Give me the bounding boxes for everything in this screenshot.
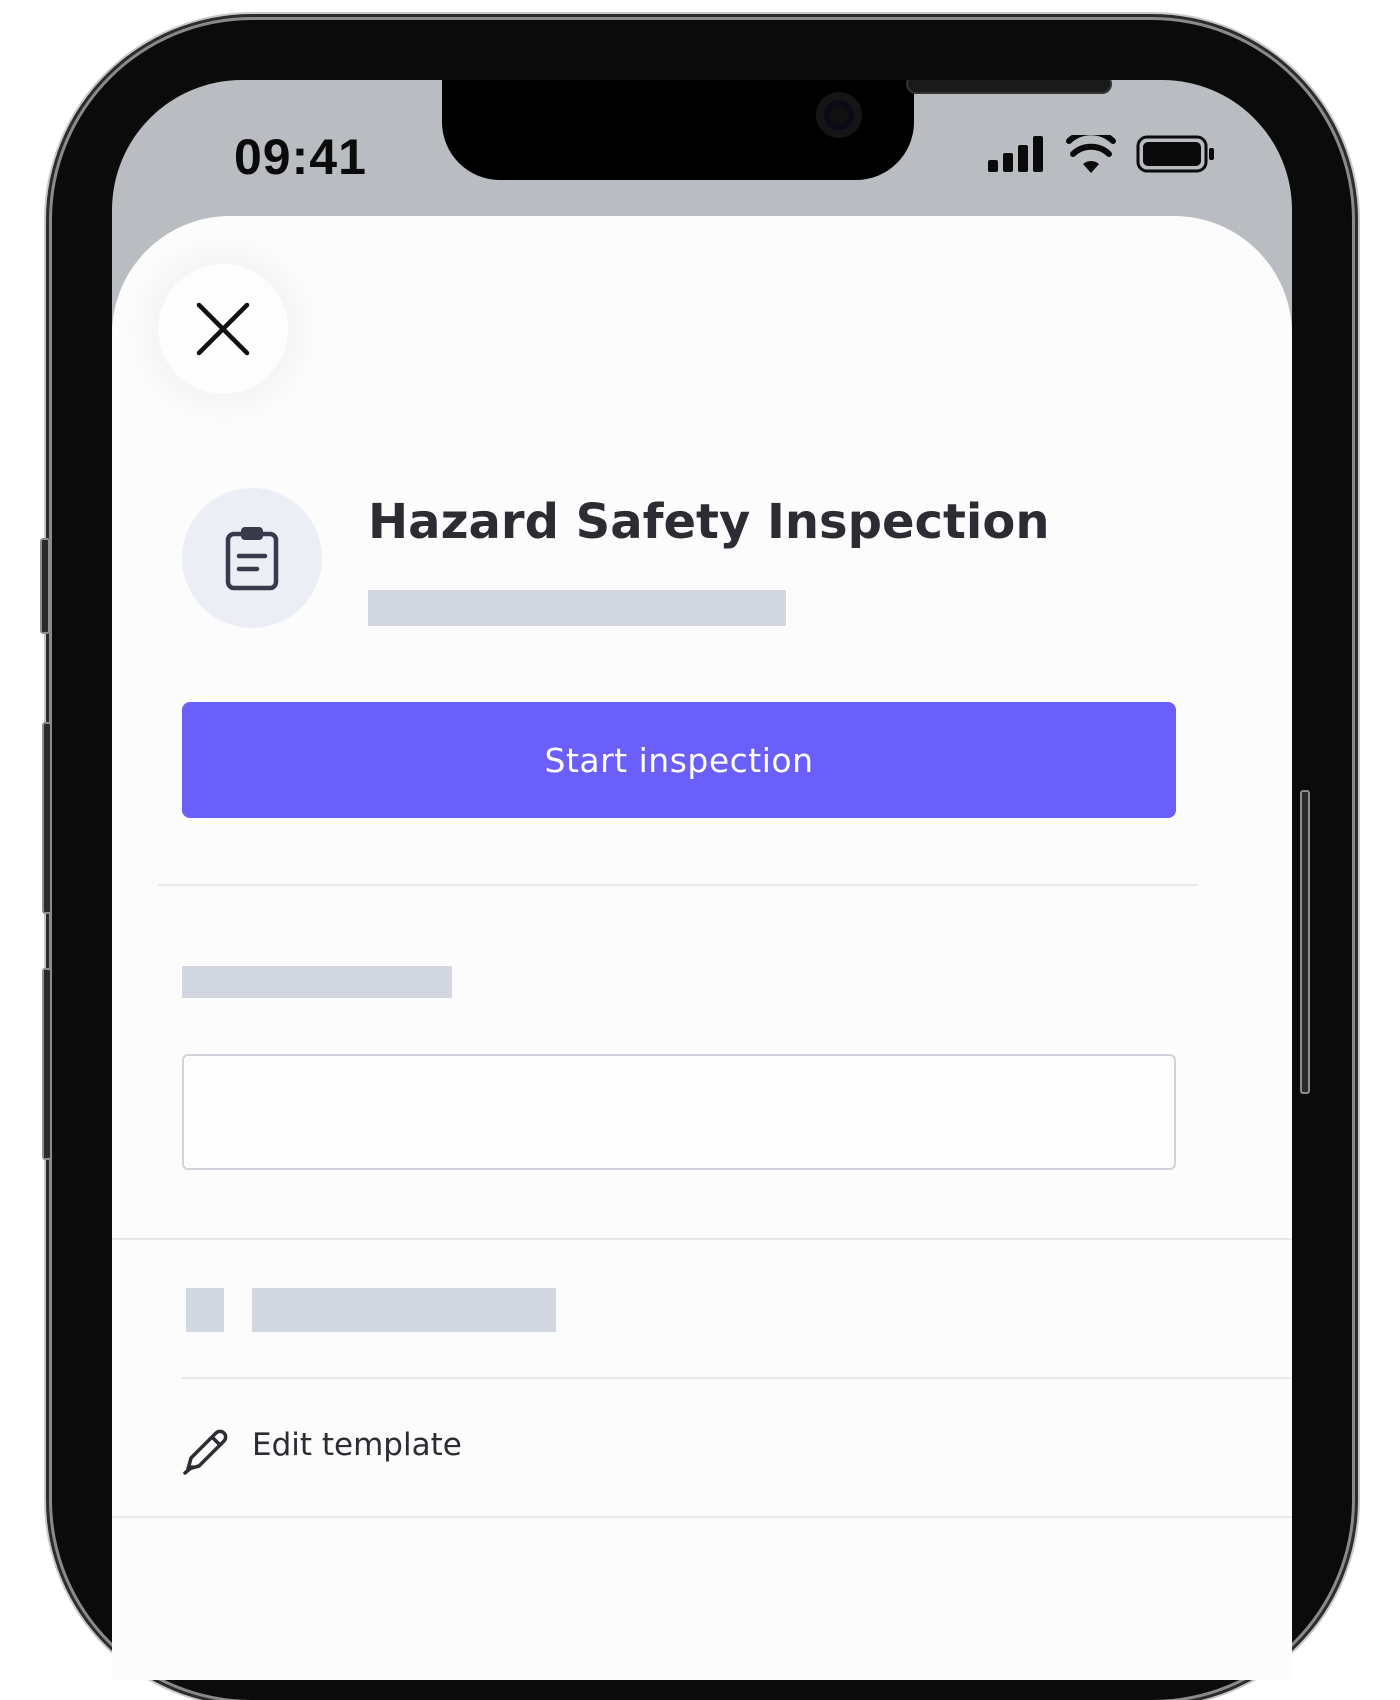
close-icon bbox=[196, 302, 250, 356]
notch bbox=[442, 80, 1112, 180]
status-icons bbox=[988, 132, 1216, 176]
template-title: Hazard Safety Inspection bbox=[368, 494, 1050, 550]
list-divider bbox=[112, 1516, 1292, 1518]
edit-template-button[interactable]: Edit template bbox=[182, 1411, 782, 1491]
pencil-icon bbox=[183, 1429, 228, 1475]
template-sheet: Hazard Safety Inspection Start inspectio… bbox=[112, 216, 1292, 1680]
list-icon-placeholder bbox=[186, 1288, 224, 1332]
front-camera bbox=[816, 92, 862, 138]
battery-icon bbox=[1136, 135, 1214, 173]
phone-action-button bbox=[40, 538, 50, 634]
text-input-field[interactable] bbox=[182, 1054, 1176, 1170]
section-divider bbox=[112, 1238, 1292, 1240]
section-divider bbox=[158, 884, 1198, 886]
template-header: Hazard Safety Inspection bbox=[182, 488, 1182, 630]
edit-template-label: Edit template bbox=[252, 1427, 462, 1463]
wifi-icon bbox=[1066, 135, 1116, 173]
earpiece-speaker bbox=[906, 80, 1112, 94]
list-divider bbox=[182, 1377, 1292, 1379]
status-bar: 09:41 bbox=[112, 80, 1292, 220]
field-label-placeholder bbox=[182, 966, 452, 998]
template-subtitle-placeholder bbox=[368, 590, 786, 626]
start-inspection-button[interactable]: Start inspection bbox=[182, 702, 1176, 818]
phone-power-button bbox=[1300, 790, 1310, 1094]
status-time: 09:41 bbox=[234, 129, 367, 185]
cellular-signal-icon bbox=[988, 136, 1043, 172]
list-label-placeholder bbox=[252, 1288, 556, 1332]
close-button[interactable] bbox=[158, 264, 288, 394]
clipboard-icon bbox=[225, 527, 279, 591]
phone-volume-down-button bbox=[42, 968, 52, 1160]
template-avatar bbox=[182, 488, 322, 628]
phone-screen: 09:41 Hazard Safety Inspection Start ins… bbox=[112, 80, 1292, 1680]
phone-volume-up-button bbox=[42, 722, 52, 914]
